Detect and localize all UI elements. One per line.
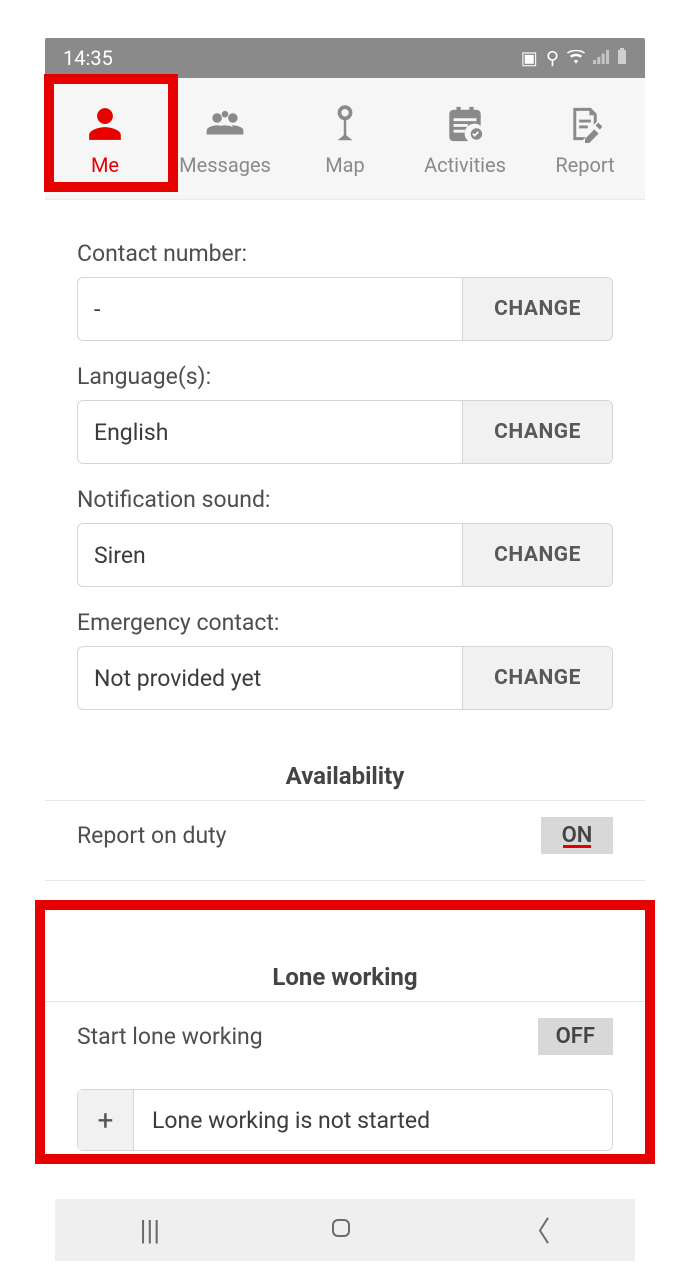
languages-change-button[interactable]: CHANGE: [462, 401, 612, 463]
lone-working-status-row: + Lone working is not started: [77, 1089, 613, 1151]
pin-icon: [330, 101, 360, 147]
add-lone-working-button[interactable]: +: [78, 1090, 134, 1150]
contact-number-label: Contact number:: [77, 240, 613, 267]
report-on-duty-row: Report on duty ON: [77, 801, 613, 870]
notification-sound-change-button[interactable]: CHANGE: [462, 524, 612, 586]
tab-messages[interactable]: Messages: [165, 78, 285, 199]
wifi-icon: [567, 48, 585, 69]
notification-sound-value: Siren: [78, 524, 462, 586]
contact-number-change-button[interactable]: CHANGE: [462, 278, 612, 340]
people-icon: [204, 101, 246, 147]
android-nav-bar: ||| 〈: [55, 1199, 635, 1261]
tab-label: Activities: [424, 153, 506, 177]
contact-number-value: -: [78, 278, 462, 340]
languages-label: Language(s):: [77, 363, 613, 390]
start-lone-working-toggle[interactable]: OFF: [538, 1018, 613, 1055]
home-button[interactable]: [329, 1214, 353, 1247]
languages-value: English: [78, 401, 462, 463]
tab-activities[interactable]: Activities: [405, 78, 525, 199]
settings-content: Contact number: - CHANGE Language(s): En…: [45, 200, 645, 1161]
location-icon: ⚲: [546, 48, 559, 69]
report-on-duty-toggle[interactable]: ON: [541, 817, 613, 854]
tab-label: Me: [91, 153, 119, 177]
tab-me[interactable]: Me: [45, 78, 165, 199]
report-edit-icon: [567, 101, 603, 147]
battery-icon: [617, 48, 627, 69]
lone-working-title: Lone working: [77, 963, 613, 991]
lone-working-status-text: Lone working is not started: [134, 1090, 612, 1150]
signal-icon: [593, 48, 609, 69]
back-button[interactable]: 〈: [522, 1210, 550, 1250]
status-icons: ▣ ⚲: [521, 48, 627, 69]
start-lone-working-row: Start lone working OFF: [77, 1002, 613, 1071]
emergency-contact-value: Not provided yet: [78, 647, 462, 709]
tab-bar: Me Messages Map Activities Report: [45, 78, 645, 200]
tab-label: Map: [325, 153, 365, 177]
emergency-contact-label: Emergency contact:: [77, 609, 613, 636]
status-bar: 14:35 ▣ ⚲: [45, 38, 645, 78]
languages-row: English CHANGE: [77, 400, 613, 464]
notification-sound-label: Notification sound:: [77, 486, 613, 513]
person-icon: [86, 101, 124, 147]
recent-apps-button[interactable]: |||: [140, 1214, 161, 1247]
availability-title: Availability: [77, 762, 613, 790]
calendar-check-icon: [445, 101, 485, 147]
report-on-duty-label: Report on duty: [77, 822, 227, 849]
emergency-contact-row: Not provided yet CHANGE: [77, 646, 613, 710]
tab-label: Report: [555, 153, 614, 177]
status-time: 14:35: [63, 46, 113, 70]
tab-report[interactable]: Report: [525, 78, 645, 199]
tab-label: Messages: [179, 153, 271, 177]
emergency-contact-change-button[interactable]: CHANGE: [462, 647, 612, 709]
notification-sound-row: Siren CHANGE: [77, 523, 613, 587]
nfc-icon: ▣: [521, 48, 538, 69]
start-lone-working-label: Start lone working: [77, 1023, 263, 1050]
contact-number-row: - CHANGE: [77, 277, 613, 341]
tab-map[interactable]: Map: [285, 78, 405, 199]
